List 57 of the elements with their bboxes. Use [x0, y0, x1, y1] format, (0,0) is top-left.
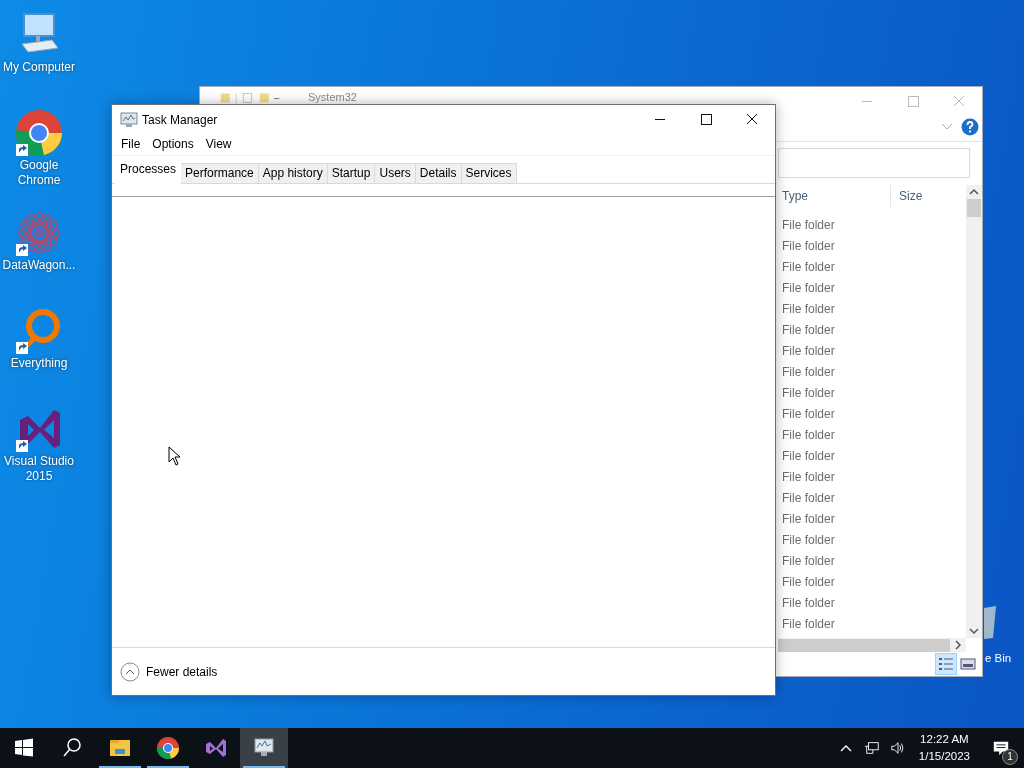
column-header[interactable]: Type: [778, 185, 891, 208]
tab[interactable]: Users: [374, 163, 416, 183]
icon-label: e Bin: [985, 652, 1012, 664]
table-cell-text: File folder: [781, 595, 835, 610]
mouse-cursor: [168, 446, 182, 466]
network-icon[interactable]: [863, 740, 880, 756]
table-cell-text: File folder: [781, 448, 835, 463]
help-icon[interactable]: [961, 117, 979, 136]
table-cell-text: File folder: [781, 238, 835, 253]
visual-studio-icon: [204, 736, 228, 760]
tab[interactable]: Performance: [180, 163, 259, 183]
table-cell-text: File folder: [781, 490, 835, 505]
taskbar-button[interactable]: [240, 728, 288, 768]
notification-icon[interactable]: [992, 739, 1010, 757]
table-cell-text: File folder: [781, 385, 835, 400]
icon-label: Visual Studio 2015: [3, 454, 75, 484]
menu-item[interactable]: File: [115, 135, 147, 155]
table-cell-text: File folder: [781, 574, 835, 589]
tab[interactable]: Startup: [326, 163, 376, 183]
search-field[interactable]: [778, 148, 970, 179]
icon-label: Everything: [9, 356, 69, 371]
table-cell-text: File folder: [781, 427, 835, 442]
fewer-details-link[interactable]: Fewer details: [146, 664, 218, 679]
menu-item[interactable]: Options: [146, 135, 200, 155]
volume-icon[interactable]: [889, 740, 906, 756]
column-header[interactable]: Size: [899, 185, 959, 208]
icon-label: My Computer: [2, 60, 76, 75]
table-cell-text: File folder: [781, 406, 835, 421]
window-title: Task Manager: [142, 113, 218, 127]
tab[interactable]: Services: [460, 163, 517, 183]
icon-label: Google Chrome: [16, 158, 62, 188]
table-cell-text: File folder: [781, 217, 835, 232]
monitor-chart-icon: [120, 112, 138, 128]
tab[interactable]: App history: [257, 163, 328, 183]
scrollbar[interactable]: [966, 185, 982, 639]
table-cell-text: File folder: [781, 301, 835, 316]
table-cell-text: File folder: [781, 511, 835, 526]
table-cell-text: File folder: [781, 616, 835, 631]
details-view-button[interactable]: [936, 654, 956, 675]
table-cell-text: File folder: [781, 553, 835, 568]
scroll-thumb[interactable]: [967, 199, 981, 218]
chrome-icon: [156, 736, 180, 760]
table-cell-text: File folder: [781, 532, 835, 547]
table-cell-text: File folder: [781, 343, 835, 358]
tab[interactable]: Details: [414, 163, 462, 183]
notification-badge: 1: [1002, 749, 1018, 765]
clock-button[interactable]: 12:22 AM 1/15/2023: [910, 731, 978, 765]
icon-label: DataWagon...: [1, 258, 77, 273]
menu-item[interactable]: View: [199, 135, 238, 155]
collapse-icon[interactable]: [120, 661, 140, 682]
table-cell-text: File folder: [781, 469, 835, 484]
window-title: System32: [308, 91, 357, 104]
table-cell-text: File folder: [781, 280, 835, 295]
chrome-icon[interactable]: [14, 108, 64, 158]
table-cell-text: File folder: [781, 364, 835, 379]
table-cell-text: File folder: [781, 259, 835, 274]
table-cell-text: File folder: [781, 322, 835, 337]
